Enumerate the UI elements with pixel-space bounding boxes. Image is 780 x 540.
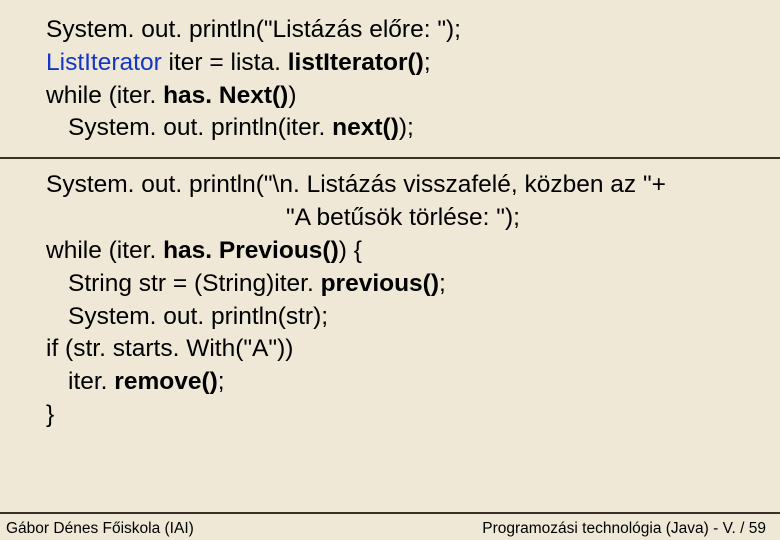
code-line: while (iter. has. Next()) <box>46 80 772 113</box>
code-call: next() <box>332 114 399 141</box>
code-text: iter = lista. <box>162 49 288 76</box>
code-call: has. Next() <box>163 82 288 109</box>
code-text: "A betűsök törlése: "); <box>286 204 520 231</box>
code-text: System. out. println("Listázás előre: ")… <box>46 16 461 43</box>
code-line: System. out. println(str); <box>46 301 772 334</box>
footer-left: Gábor Dénes Főiskola (IAI) <box>6 520 194 538</box>
code-line: System. out. println("Listázás előre: ")… <box>46 14 772 47</box>
code-line: } <box>46 399 772 432</box>
code-text: ) <box>288 82 296 109</box>
code-line: iter. remove(); <box>46 366 772 399</box>
code-line: String str = (String)iter. previous(); <box>46 268 772 301</box>
code-call: has. Previous() <box>163 237 339 264</box>
code-text: System. out. println(str); <box>68 303 328 330</box>
code-text: ; <box>218 368 225 395</box>
code-text: iter. <box>68 368 114 395</box>
code-line: if (str. starts. With("A")) <box>46 333 772 366</box>
code-text: System. out. println("\n. Listázás vissz… <box>46 171 666 198</box>
code-line: System. out. println(iter. next()); <box>46 112 772 145</box>
code-block: System. out. println("Listázás előre: ")… <box>0 0 780 432</box>
code-text: ) { <box>339 237 362 264</box>
footer-right: Programozási technológia (Java) - V. / 5… <box>482 520 766 538</box>
code-text: ; <box>424 49 431 76</box>
code-text: ); <box>399 114 414 141</box>
divider <box>0 157 780 159</box>
code-text: String str = (String)iter. <box>68 270 321 297</box>
code-text: System. out. println(iter. <box>68 114 332 141</box>
code-text: } <box>46 401 54 428</box>
code-text: if (str. starts. With("A")) <box>46 335 293 362</box>
code-text: ; <box>439 270 446 297</box>
code-text: while (iter. <box>46 237 163 264</box>
slide: System. out. println("Listázás előre: ")… <box>0 0 780 540</box>
code-line: while (iter. has. Previous()) { <box>46 235 772 268</box>
footer: Gábor Dénes Főiskola (IAI) Programozási … <box>0 512 780 540</box>
code-text: while (iter. <box>46 82 163 109</box>
code-type: ListIterator <box>46 49 162 76</box>
code-line: ListIterator iter = lista. listIterator(… <box>46 47 772 80</box>
code-call: remove() <box>114 368 217 395</box>
code-line: "A betűsök törlése: "); <box>46 202 772 235</box>
code-call: listIterator() <box>288 49 424 76</box>
code-line: System. out. println("\n. Listázás vissz… <box>46 169 772 202</box>
code-call: previous() <box>321 270 439 297</box>
